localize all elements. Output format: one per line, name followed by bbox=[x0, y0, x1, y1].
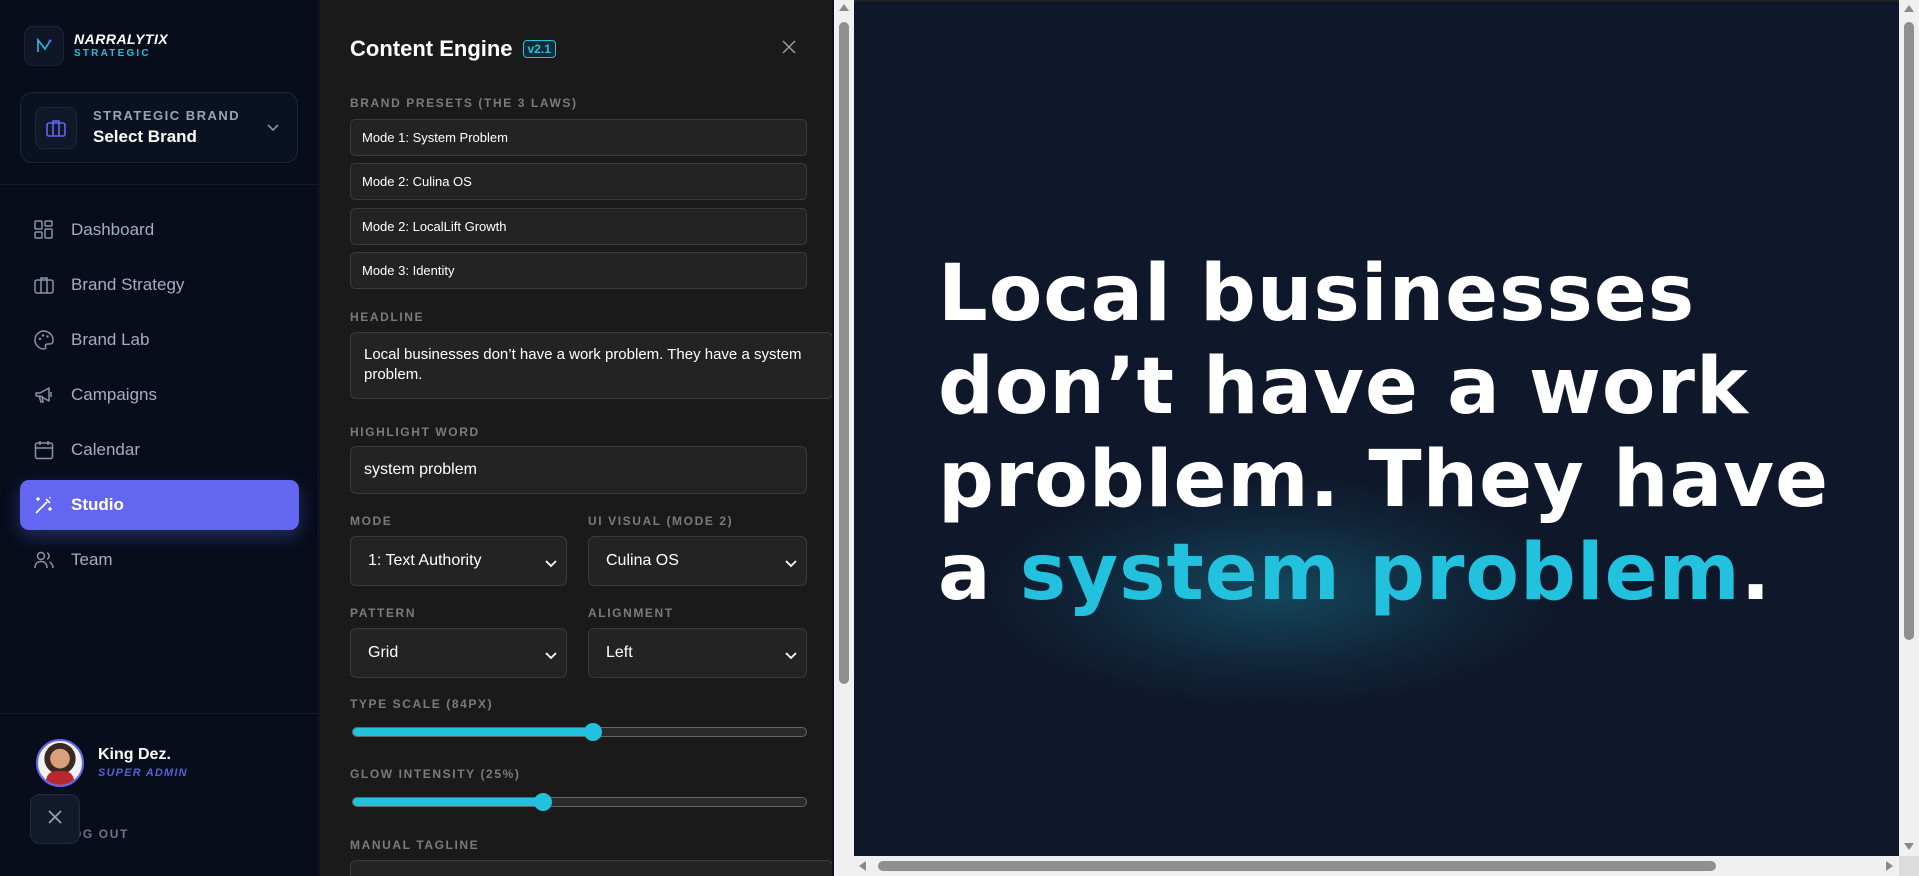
sidebar-item-label: Studio bbox=[71, 495, 124, 514]
panel-scrollbar[interactable] bbox=[834, 0, 854, 876]
scroll-down-icon[interactable] bbox=[1904, 843, 1914, 850]
sidebar-item-label: Brand Strategy bbox=[71, 275, 185, 294]
close-icon bbox=[782, 39, 796, 59]
alignment-select-value: Left bbox=[606, 644, 633, 661]
manual-tagline-label: MANUAL TAGLINE bbox=[350, 838, 480, 852]
close-sidebar-button[interactable] bbox=[30, 794, 80, 844]
preset-button[interactable]: Mode 2: LocalLift Growth bbox=[350, 208, 807, 245]
sidebar-item-brand-lab[interactable]: Brand Lab bbox=[20, 315, 299, 365]
glow-intensity-slider[interactable] bbox=[352, 793, 807, 811]
preset-button[interactable]: Mode 1: System Problem bbox=[350, 119, 807, 156]
scroll-left-icon[interactable] bbox=[859, 861, 866, 871]
user-profile[interactable]: King Dez. SUPER ADMIN bbox=[36, 739, 188, 787]
ui-visual-select-value: Culina OS bbox=[606, 552, 679, 569]
chevron-down-icon bbox=[263, 123, 283, 132]
highlight-input[interactable]: system problem bbox=[350, 446, 807, 494]
sidebar-item-calendar[interactable]: Calendar bbox=[20, 425, 299, 475]
slider-fill bbox=[353, 798, 544, 806]
panel-title: Content Engine bbox=[350, 36, 513, 61]
brand-selector[interactable]: STRATEGIC BRAND Select Brand bbox=[20, 92, 298, 163]
calendar-icon bbox=[33, 439, 55, 461]
briefcase-icon bbox=[33, 274, 55, 296]
sidebar-item-label: Dashboard bbox=[71, 220, 155, 239]
preview-vertical-scrollbar[interactable] bbox=[1899, 0, 1919, 856]
sidebar-item-label: Team bbox=[71, 550, 113, 569]
scrollbar-corner bbox=[1899, 856, 1919, 876]
preset-button[interactable]: Mode 2: Culina OS bbox=[350, 163, 807, 200]
brand-selector-value: Select Brand bbox=[93, 126, 197, 146]
users-icon bbox=[33, 549, 55, 571]
dashboard-icon bbox=[33, 219, 55, 241]
chevron-down-icon bbox=[545, 647, 557, 665]
scroll-right-icon[interactable] bbox=[1886, 861, 1893, 871]
sidebar-item-studio[interactable]: Studio bbox=[20, 480, 299, 530]
sidebar-item-team[interactable]: Team bbox=[20, 535, 299, 585]
preset-button[interactable]: Mode 3: Identity bbox=[350, 252, 807, 289]
mode-select-value: 1: Text Authority bbox=[368, 552, 482, 569]
briefcase-icon bbox=[35, 106, 77, 149]
content-engine-panel: Content Engine v2.1 BRAND PRESETS (THE 3… bbox=[320, 0, 832, 876]
mode-select[interactable]: 1: Text Authority bbox=[350, 536, 567, 586]
version-badge: v2.1 bbox=[522, 40, 556, 58]
pattern-select-value: Grid bbox=[368, 644, 399, 661]
panel-header: Content Engine v2.1 bbox=[350, 36, 556, 62]
sidebar: NARRALYTIX STRATEGIC STRATEGIC BRAND Sel… bbox=[0, 0, 319, 876]
palette-icon bbox=[33, 329, 55, 351]
logout-link[interactable]: OG OUT bbox=[72, 827, 129, 841]
manual-tagline-input[interactable] bbox=[350, 860, 832, 876]
scroll-up-icon[interactable] bbox=[1904, 5, 1914, 12]
headline-period: . bbox=[1740, 528, 1772, 618]
sidebar-item-brand-strategy[interactable]: Brand Strategy bbox=[20, 260, 299, 310]
sidebar-item-label: Campaigns bbox=[71, 385, 157, 404]
scrollbar-thumb[interactable] bbox=[878, 861, 1716, 871]
ui-visual-select[interactable]: Culina OS bbox=[588, 536, 807, 586]
pattern-select[interactable]: Grid bbox=[350, 628, 567, 678]
glow-intensity-label: GLOW INTENSITY (25%) bbox=[350, 767, 521, 781]
presets-label: BRAND PRESETS (THE 3 LAWS) bbox=[350, 96, 578, 110]
sidebar-divider bbox=[0, 713, 319, 714]
scroll-up-icon[interactable] bbox=[839, 4, 849, 11]
megaphone-icon bbox=[33, 384, 55, 406]
scrollbar-thumb[interactable] bbox=[1904, 22, 1914, 640]
type-scale-slider[interactable] bbox=[352, 723, 807, 741]
type-scale-label: TYPE SCALE (84PX) bbox=[350, 697, 494, 711]
ui-visual-label: UI VISUAL (MODE 2) bbox=[588, 514, 734, 528]
sidebar-nav: Dashboard Brand Strategy Brand Lab Campa… bbox=[20, 205, 299, 590]
app-root: NARRALYTIX STRATEGIC STRATEGIC BRAND Sel… bbox=[0, 0, 1919, 876]
slider-thumb[interactable] bbox=[584, 723, 603, 741]
headline-highlight: system problem bbox=[1019, 528, 1741, 618]
panel-close-button[interactable] bbox=[778, 38, 800, 60]
logo-mark-icon bbox=[24, 26, 64, 66]
headline-textarea[interactable]: Local businesses don’t have a work probl… bbox=[350, 332, 832, 399]
scrollbar-thumb[interactable] bbox=[839, 22, 849, 684]
sidebar-item-dashboard[interactable]: Dashboard bbox=[20, 205, 299, 255]
sidebar-item-campaigns[interactable]: Campaigns bbox=[20, 370, 299, 420]
preview-headline: Local businesses don’t have a work probl… bbox=[938, 248, 1838, 620]
sidebar-item-label: Brand Lab bbox=[71, 330, 150, 349]
logo-name: NARRALYTIX bbox=[74, 31, 169, 47]
avatar bbox=[36, 739, 84, 787]
logo[interactable]: NARRALYTIX STRATEGIC bbox=[24, 26, 168, 66]
preview-canvas: Local businesses don’t have a work probl… bbox=[854, 0, 1899, 856]
chevron-down-icon bbox=[785, 555, 797, 573]
close-icon bbox=[47, 809, 63, 830]
chevron-down-icon bbox=[785, 647, 797, 665]
highlight-label: HIGHLIGHT WORD bbox=[350, 425, 480, 439]
pattern-label: PATTERN bbox=[350, 606, 417, 620]
preview-horizontal-scrollbar[interactable] bbox=[854, 856, 1919, 876]
sidebar-item-label: Calendar bbox=[71, 440, 140, 459]
mode-label: MODE bbox=[350, 514, 393, 528]
brand-selector-label: STRATEGIC BRAND bbox=[93, 107, 241, 123]
chevron-down-icon bbox=[545, 555, 557, 573]
sidebar-divider bbox=[0, 184, 319, 185]
alignment-label: ALIGNMENT bbox=[588, 606, 674, 620]
slider-fill bbox=[353, 728, 594, 736]
user-role: SUPER ADMIN bbox=[98, 767, 188, 779]
logo-subtitle: STRATEGIC bbox=[74, 48, 151, 59]
user-name: King Dez. bbox=[98, 746, 171, 763]
headline-label: HEADLINE bbox=[350, 310, 425, 324]
alignment-select[interactable]: Left bbox=[588, 628, 807, 678]
magic-wand-icon bbox=[33, 494, 55, 516]
slider-thumb[interactable] bbox=[534, 793, 553, 811]
